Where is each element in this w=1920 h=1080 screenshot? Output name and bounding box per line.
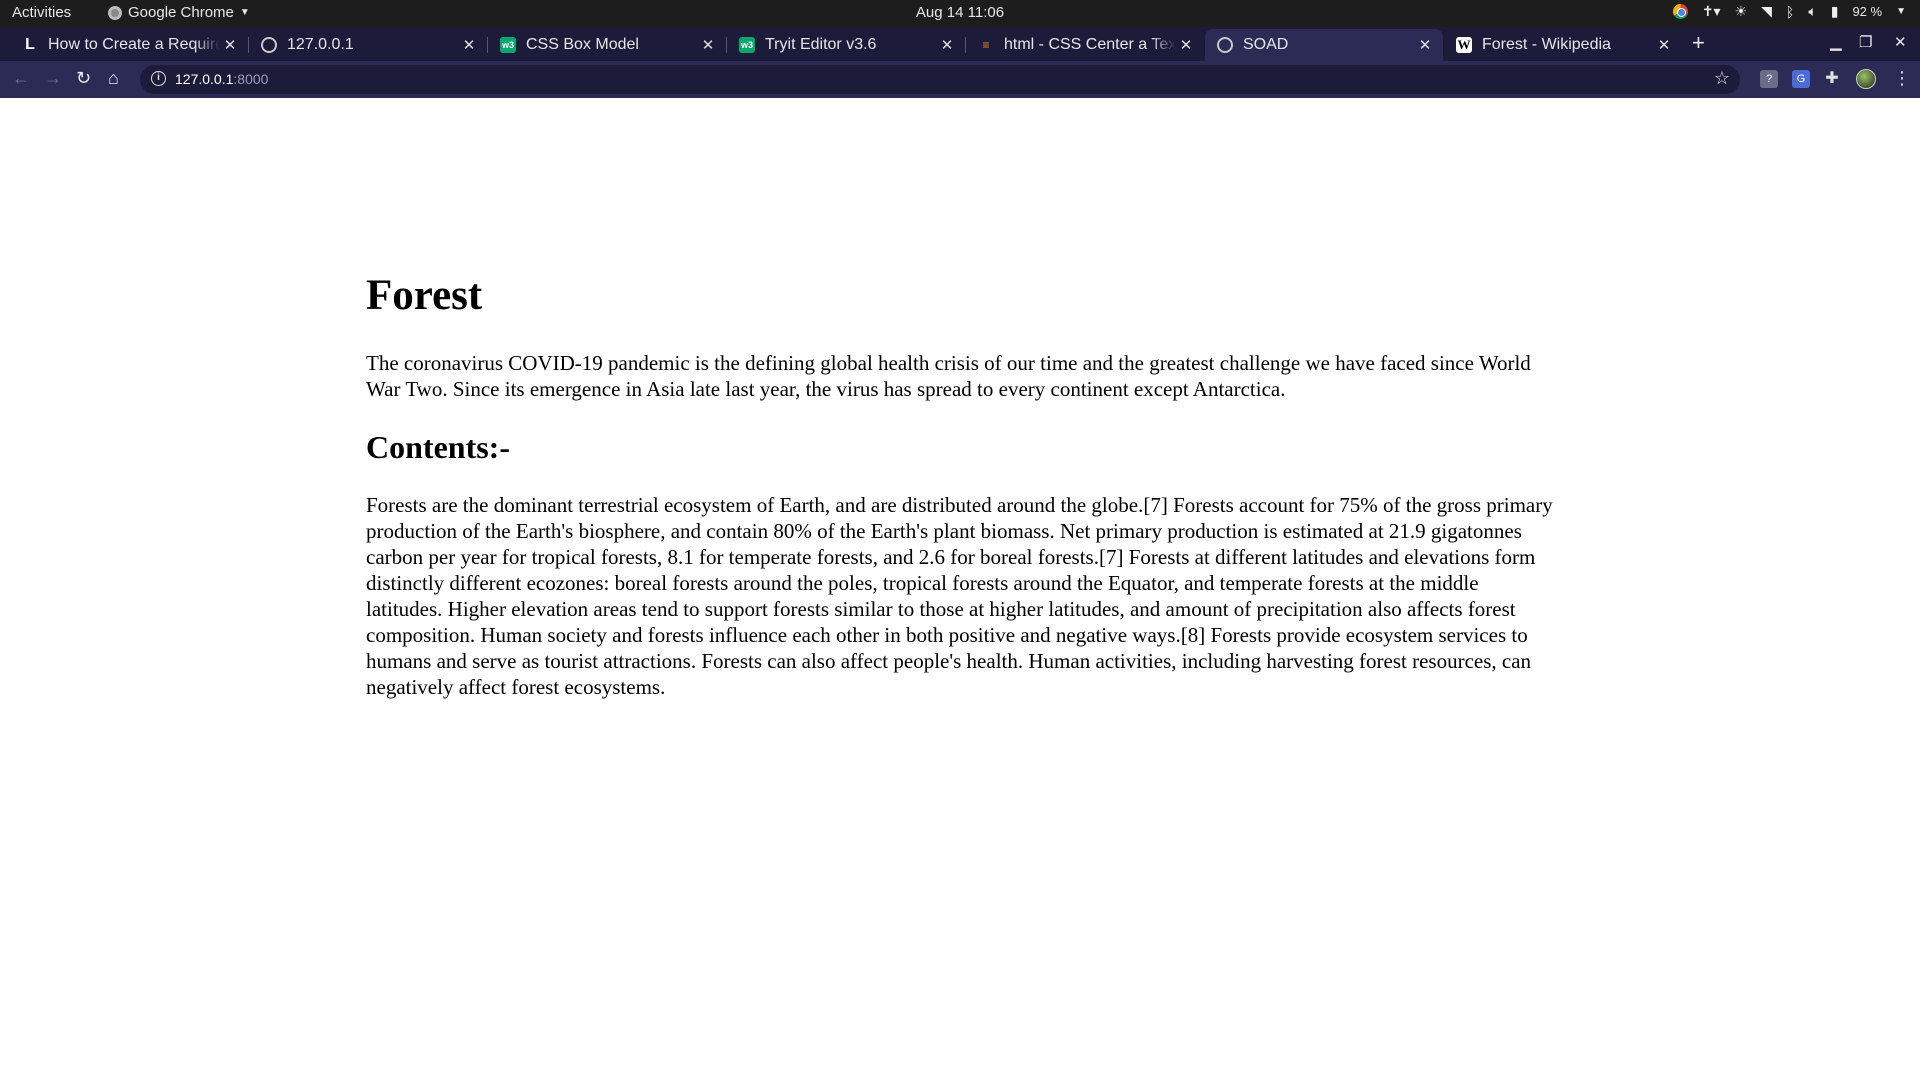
close-icon[interactable]: ✕ — [1415, 36, 1435, 54]
more-menu-icon[interactable]: ⋮ — [1893, 68, 1911, 89]
page-title: Forest — [366, 272, 483, 319]
globe-icon — [261, 37, 277, 53]
w3schools-icon: w3 — [500, 37, 516, 53]
contents-heading: Contents:- — [366, 429, 510, 466]
w3schools-icon: w3 — [739, 37, 755, 53]
system-top-bar: Activities Google Chrome ▼ Aug 14 11:06 … — [0, 0, 1920, 27]
new-tab-plus-icon[interactable]: + — [1692, 30, 1705, 56]
translate-extension-icon[interactable]: G — [1792, 70, 1810, 88]
forward-arrow-icon[interactable]: → — [44, 68, 62, 89]
back-arrow-icon[interactable]: ← — [12, 68, 30, 89]
minimize-icon[interactable]: ▁ — [1830, 33, 1842, 51]
tab-tryit-editor[interactable]: w3 Tryit Editor v3.6 ✕ — [727, 29, 966, 61]
tab-how-to-create[interactable]: L How to Create a Required ✕ — [10, 29, 249, 61]
url-host: 127.0.0.1 — [175, 71, 234, 87]
brightness-icon[interactable]: ☀ — [1735, 3, 1748, 20]
chrome-tray-icon[interactable] — [1672, 4, 1688, 19]
restore-icon[interactable]: ❐ — [1859, 33, 1872, 51]
close-icon[interactable]: ✕ — [937, 36, 957, 54]
close-icon[interactable]: ✕ — [698, 36, 718, 54]
home-icon[interactable]: ⌂ — [108, 68, 119, 89]
tab-title: How to Create a Required — [48, 36, 220, 53]
close-icon[interactable]: ✕ — [1176, 36, 1196, 54]
bluetooth-icon[interactable]: ᛒ — [1786, 4, 1794, 20]
url-text[interactable]: 127.0.0.1:8000 — [175, 71, 268, 87]
tab-strip: L How to Create a Required ✕ 127.0.0.1 ✕… — [0, 27, 1920, 61]
tab-stackoverflow[interactable]: ≡ html - CSS Center a Text ✕ — [966, 29, 1204, 61]
tab-title: SOAD — [1243, 36, 1289, 53]
tab-title: 127.0.0.1 — [287, 36, 354, 53]
browser-toolbar: ← → ↻ ⌂ i 127.0.0.1:8000 ☆ ? G ✚ ⋮ — [0, 61, 1920, 98]
close-icon[interactable]: ✕ — [459, 36, 479, 54]
profile-avatar[interactable] — [1856, 69, 1876, 89]
page-content: Forest The coronavirus COVID-19 pandemic… — [366, 250, 1556, 700]
chevron-down-icon: ▼ — [239, 7, 250, 18]
wikipedia-icon: W — [1456, 37, 1472, 53]
clock-container: Aug 14 11:06 — [0, 4, 1920, 21]
tab-localhost[interactable]: 127.0.0.1 ✕ — [249, 29, 488, 61]
power-menu-chevron-icon[interactable]: ▼ — [1896, 6, 1906, 17]
intro-paragraph: The coronavirus COVID-19 pandemic is the… — [366, 351, 1531, 402]
window-close-icon[interactable]: ✕ — [1894, 33, 1907, 51]
site-info-icon[interactable]: i — [151, 71, 166, 86]
bookmark-star-icon[interactable]: ☆ — [1714, 68, 1730, 89]
app-name: Google Chrome — [128, 4, 234, 21]
chrome-app-icon — [108, 5, 122, 20]
activities-button[interactable]: Activities — [12, 4, 71, 21]
close-icon[interactable]: ✕ — [220, 36, 240, 54]
extensions-puzzle-icon[interactable]: ✚ — [1823, 70, 1841, 88]
tab-css-box-model[interactable]: w3 CSS Box Model ✕ — [488, 29, 727, 61]
tab-soad[interactable]: SOAD ✕ — [1205, 29, 1443, 61]
close-icon[interactable]: ✕ — [1654, 36, 1674, 54]
address-bar[interactable]: i 127.0.0.1:8000 ☆ — [140, 65, 1740, 94]
help-extension-icon[interactable]: ? — [1760, 70, 1778, 88]
body-paragraph: Forests are the dominant terrestrial eco… — [366, 492, 1553, 699]
tab-title: Tryit Editor v3.6 — [765, 36, 877, 53]
battery-icon[interactable]: ▮ — [1831, 3, 1839, 20]
globe-icon — [1217, 37, 1233, 53]
volume-icon[interactable]: 🔈︎ — [1808, 3, 1816, 20]
battery-percentage: 92 % — [1852, 4, 1883, 19]
tab-forest-wikipedia[interactable]: W Forest - Wikipedia ✕ — [1444, 29, 1682, 61]
app-menu[interactable]: Google Chrome ▼ — [108, 4, 250, 21]
clock[interactable]: Aug 14 11:06 — [916, 4, 1004, 21]
tab-title: Forest - Wikipedia — [1482, 36, 1611, 53]
tab-title: html - CSS Center a Text — [1004, 36, 1176, 53]
url-port: :8000 — [233, 71, 269, 87]
wifi-icon[interactable]: ◥ — [1761, 3, 1772, 20]
system-tray[interactable]: ✝▾ ☀ ◥ ᛒ 🔈︎ ▮ 92 % ▼ — [1672, 3, 1906, 20]
accessibility-icon[interactable]: ✝▾ — [1702, 3, 1721, 20]
reload-icon[interactable]: ↻ — [76, 68, 91, 89]
l-favicon-icon: L — [25, 36, 35, 53]
stackoverflow-icon: ≡ — [982, 38, 990, 52]
tab-title: CSS Box Model — [526, 36, 639, 53]
